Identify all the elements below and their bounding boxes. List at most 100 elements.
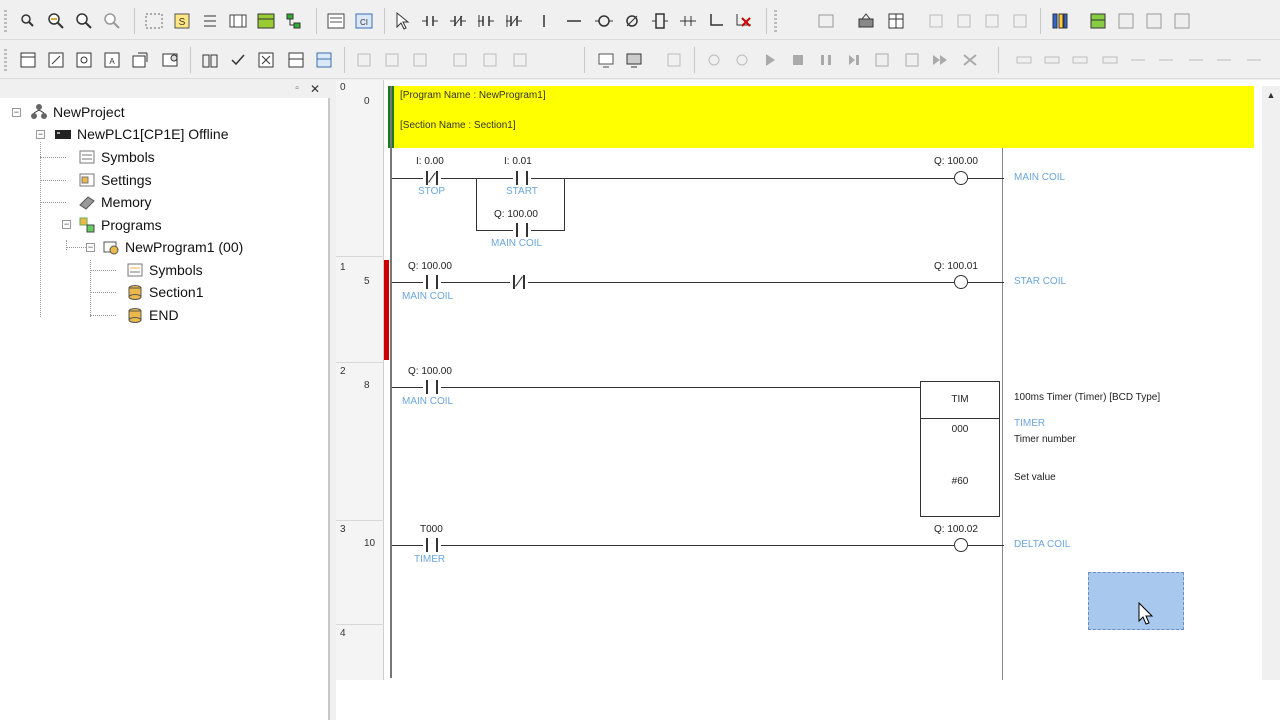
disabled-tool-icon[interactable] xyxy=(1068,48,1092,72)
disabled-tool-icon[interactable] xyxy=(1008,9,1032,33)
monitor-icon[interactable] xyxy=(594,48,618,72)
disabled-tool-icon[interactable] xyxy=(662,48,686,72)
instruction-icon[interactable] xyxy=(648,9,672,33)
step-icon[interactable] xyxy=(842,48,866,72)
disabled-tool-icon[interactable] xyxy=(448,48,472,72)
nc-coil-icon[interactable] xyxy=(620,9,644,33)
online-icon[interactable] xyxy=(854,9,878,33)
settings-icon[interactable] xyxy=(158,48,182,72)
no-contact[interactable] xyxy=(423,380,441,394)
no-contact[interactable] xyxy=(423,538,441,552)
workspace-icon[interactable] xyxy=(16,48,40,72)
disabled-tool-icon[interactable] xyxy=(1098,48,1122,72)
disabled-tool-icon[interactable] xyxy=(1126,48,1150,72)
step-out-icon[interactable] xyxy=(900,48,924,72)
pause-icon[interactable] xyxy=(814,48,838,72)
nc-contact[interactable] xyxy=(423,171,441,185)
program-header[interactable]: [Program Name : NewProgram1] [Section Na… xyxy=(388,86,1254,148)
list-icon[interactable] xyxy=(198,9,222,33)
tree-expander[interactable]: − xyxy=(12,108,21,117)
disabled-tool-icon[interactable] xyxy=(1184,48,1208,72)
stop-icon[interactable] xyxy=(786,48,810,72)
no-contact[interactable] xyxy=(513,171,531,185)
select-cursor-icon[interactable] xyxy=(390,9,414,33)
address-reference-icon[interactable]: A xyxy=(100,48,124,72)
nc-contact[interactable] xyxy=(510,275,528,289)
zoom-in-icon[interactable] xyxy=(44,9,68,33)
tree-expander[interactable]: − xyxy=(86,243,95,252)
disabled-tool-icon[interactable] xyxy=(1212,48,1236,72)
timer-instruction[interactable]: TIM 000 #60 xyxy=(920,381,1000,517)
tree-item-project[interactable]: NewProject xyxy=(30,102,125,122)
tree-item-local-symbols[interactable]: Symbols xyxy=(126,260,203,280)
disabled-tool-icon[interactable] xyxy=(924,9,948,33)
output-coil[interactable] xyxy=(954,171,968,185)
or-nc-contact-icon[interactable] xyxy=(502,9,526,33)
step-in-icon[interactable] xyxy=(870,48,894,72)
disabled-tool-icon[interactable] xyxy=(952,9,976,33)
rung-view-icon[interactable] xyxy=(226,9,250,33)
disabled-tool-icon[interactable] xyxy=(1040,48,1064,72)
tree-item-settings[interactable]: Settings xyxy=(78,170,152,190)
disabled-tool-icon[interactable] xyxy=(380,48,404,72)
program-view-icon[interactable] xyxy=(312,48,336,72)
tree-expander[interactable]: − xyxy=(62,220,71,229)
tree-item-program[interactable]: NewProgram1 (00) xyxy=(102,237,243,257)
tree-item-memory[interactable]: Memory xyxy=(78,192,152,212)
monitor-window-icon[interactable] xyxy=(254,9,278,33)
rung-icon[interactable] xyxy=(814,9,838,33)
property-icon[interactable] xyxy=(128,48,152,72)
disabled-tool-icon[interactable] xyxy=(980,9,1004,33)
disabled-tool-icon[interactable] xyxy=(1242,48,1266,72)
close-icon[interactable]: ✕ xyxy=(308,82,322,96)
disabled-tool-icon[interactable] xyxy=(702,48,726,72)
project-tree-icon[interactable] xyxy=(282,9,306,33)
disabled-tool-icon[interactable] xyxy=(508,48,532,72)
output-coil[interactable] xyxy=(954,538,968,552)
mnemonics-icon[interactable] xyxy=(324,9,348,33)
io-table-icon[interactable] xyxy=(884,9,908,33)
upward-line-icon[interactable] xyxy=(704,9,728,33)
disabled-tool-icon[interactable] xyxy=(478,48,502,72)
disabled-tool-icon[interactable] xyxy=(408,48,432,72)
symbols-icon[interactable] xyxy=(198,48,222,72)
delete-line-icon[interactable] xyxy=(732,9,756,33)
no-contact[interactable] xyxy=(423,275,441,289)
online-edit-icon[interactable] xyxy=(622,48,646,72)
disabled-tool-icon[interactable] xyxy=(1012,48,1036,72)
compile-icon[interactable] xyxy=(254,48,278,72)
fast-forward-icon[interactable] xyxy=(928,48,952,72)
tree-item-plc[interactable]: NewPLC1[CP1E] Offline xyxy=(54,124,228,144)
no-contact-icon[interactable] xyxy=(418,9,442,33)
watch-window-icon[interactable] xyxy=(72,48,96,72)
tree-item-section[interactable]: Section1 xyxy=(126,282,203,302)
cancel-icon[interactable] xyxy=(958,48,982,72)
window-icon[interactable] xyxy=(1142,9,1166,33)
scroll-up-icon[interactable]: ▲ xyxy=(1264,90,1278,104)
horizontal-line-icon[interactable] xyxy=(562,9,586,33)
symbol-comment-icon[interactable]: S xyxy=(170,9,194,33)
tree-expander[interactable]: − xyxy=(36,130,45,139)
window-icon[interactable] xyxy=(1114,9,1138,33)
coil-icon[interactable] xyxy=(592,9,616,33)
tree-item-end[interactable]: END xyxy=(126,305,179,325)
or-no-contact-icon[interactable] xyxy=(474,9,498,33)
no-contact[interactable] xyxy=(513,223,531,237)
vertical-line-icon[interactable] xyxy=(532,9,556,33)
memory-view-icon[interactable] xyxy=(1086,9,1110,33)
section-icon[interactable] xyxy=(284,48,308,72)
disabled-tool-icon[interactable] xyxy=(352,48,376,72)
ladder-view-icon[interactable]: CI xyxy=(352,9,376,33)
cross-reference-icon[interactable] xyxy=(1048,9,1072,33)
vertical-scrollbar[interactable]: ▲ xyxy=(1262,86,1280,680)
tree-item-programs[interactable]: Programs xyxy=(78,215,162,235)
toolbar-grip[interactable] xyxy=(4,49,7,73)
toolbar-grip[interactable] xyxy=(774,10,777,34)
play-icon[interactable] xyxy=(758,48,782,72)
check-program-icon[interactable] xyxy=(226,48,250,72)
disabled-tool-icon[interactable] xyxy=(730,48,754,72)
nc-contact-icon[interactable] xyxy=(446,9,470,33)
pin-icon[interactable]: ▫ xyxy=(290,82,304,96)
selection-box[interactable] xyxy=(1088,572,1184,630)
zoom-icon[interactable] xyxy=(72,9,96,33)
